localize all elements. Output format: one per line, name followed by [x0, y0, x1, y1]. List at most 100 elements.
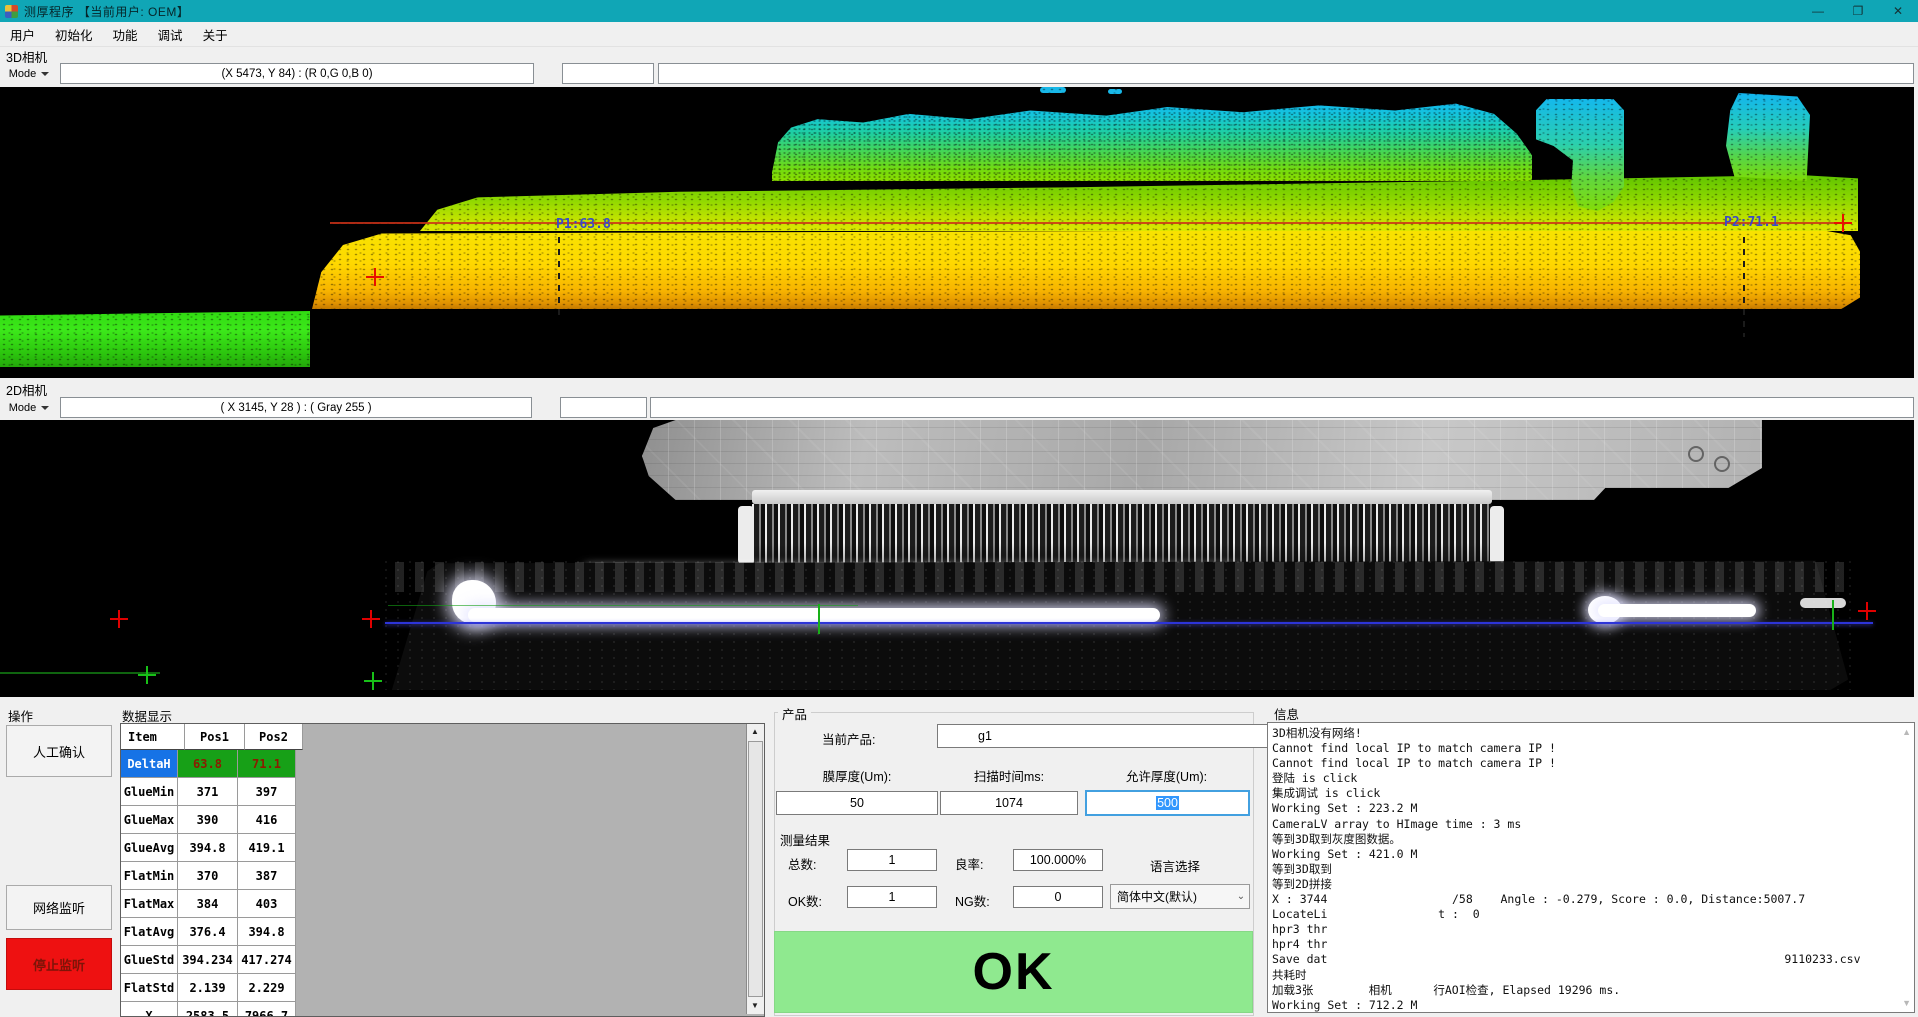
table-row[interactable]: FlatMin 370 387 [121, 862, 303, 890]
info-log-box[interactable]: 3D相机没有网络! Cannot find local IP to match … [1267, 722, 1915, 1013]
menu-user[interactable]: 用户 [0, 25, 45, 44]
cell-item[interactable]: FlatStd [121, 974, 178, 1002]
chevron-down-icon [41, 406, 49, 414]
table-row[interactable]: GlueAvg 394.8 419.1 [121, 834, 303, 862]
current-product-input[interactable]: g1 [937, 724, 1290, 748]
manual-confirm-button[interactable]: 人工确认 [6, 725, 112, 777]
cell-pos2[interactable]: 416 [238, 806, 296, 834]
camera2d-mode-button[interactable]: Mode [2, 397, 56, 418]
camera2d-view[interactable] [0, 420, 1914, 697]
cell-pos2[interactable]: 2.229 [238, 974, 296, 1002]
network-listen-button[interactable]: 网络监听 [6, 885, 112, 930]
table-row[interactable]: X 2583.5 7966.7 [121, 1002, 303, 1017]
cell-pos1[interactable]: 2.139 [178, 974, 238, 1002]
log-line: Save dat 9110233.csv [1272, 952, 1896, 967]
scroll-up-icon[interactable]: ▲ [747, 724, 763, 740]
blue-measure-line [385, 622, 1873, 624]
cell-item[interactable]: FlatAvg [121, 918, 178, 946]
log-line: 登陆 is click [1272, 771, 1896, 786]
ng-count-label: NG数: [955, 891, 990, 910]
operation-panel-label: 操作 [8, 706, 33, 725]
maximize-icon[interactable]: ❐ [1838, 0, 1878, 22]
cell-pos2[interactable]: 7966.7 [238, 1002, 296, 1017]
measure-result-label: 测量结果 [780, 830, 830, 849]
camera3d-mode-button[interactable]: Mode [2, 63, 56, 84]
log-line: 等到3D取到灰度图数据。 [1272, 832, 1896, 847]
cell-item[interactable]: GlueMax [121, 806, 178, 834]
cell-item[interactable]: GlueMin [121, 778, 178, 806]
table-row[interactable]: FlatAvg 376.4 394.8 [121, 918, 303, 946]
cell-pos1[interactable]: 370 [178, 862, 238, 890]
header-pos2: Pos2 [245, 724, 303, 750]
scroll-down-icon[interactable]: ▼ [747, 998, 763, 1014]
cell-pos2[interactable]: 417.274 [238, 946, 296, 974]
language-select-label: 语言选择 [1150, 856, 1200, 875]
cell-pos1[interactable]: 384 [178, 890, 238, 918]
cell-item[interactable]: FlatMax [121, 890, 178, 918]
table-row[interactable]: GlueMin 371 397 [121, 778, 303, 806]
camera2d-pixel-status: ( X 3145, Y 28 ) : ( Gray 255 ) [60, 397, 532, 418]
total-input[interactable]: 1 [847, 849, 937, 871]
cell-pos1[interactable]: 63.8 [178, 750, 238, 778]
menu-about[interactable]: 关于 [193, 25, 238, 44]
data-table: Item Pos1 Pos2 DeltaH 63.8 71.1 GlueMin … [121, 724, 303, 1017]
ok-count-input[interactable]: 1 [847, 886, 937, 908]
cell-item[interactable]: DeltaH [121, 750, 178, 778]
menu-function[interactable]: 功能 [103, 25, 148, 44]
table-row[interactable]: FlatMax 384 403 [121, 890, 303, 918]
close-icon[interactable]: ✕ [1878, 0, 1918, 22]
camera2d-toolbar-box [650, 397, 1914, 418]
cell-pos2[interactable]: 397 [238, 778, 296, 806]
cell-pos2[interactable]: 394.8 [238, 918, 296, 946]
scan-time-input[interactable]: 1074 [940, 791, 1078, 815]
log-line: X : 3744 /58 Angle : -0.279, Score : 0.0… [1272, 892, 1896, 907]
cell-item[interactable]: X [121, 1002, 178, 1017]
cell-pos1[interactable]: 2583.5 [178, 1002, 238, 1017]
heightmap-left-strip [0, 311, 310, 367]
table-row[interactable]: FlatStd 2.139 2.229 [121, 974, 303, 1002]
header-item: Item [121, 724, 185, 750]
p2-measurement-label: P2:71.1 [1724, 215, 1779, 230]
cell-item[interactable]: GlueStd [121, 946, 178, 974]
log-line: LocateLi t : 0 [1272, 907, 1896, 922]
table-scrollbar[interactable]: ▲ ▼ [746, 724, 764, 1014]
ng-count-input[interactable]: 0 [1013, 886, 1103, 908]
cell-pos1[interactable]: 371 [178, 778, 238, 806]
cell-item[interactable]: FlatMin [121, 862, 178, 890]
scroll-down-icon[interactable]: ▼ [1902, 998, 1911, 1008]
log-line: 等到2D拼接 [1272, 877, 1896, 892]
heightmap-top-section [772, 95, 1532, 181]
cell-pos2[interactable]: 387 [238, 862, 296, 890]
cell-item[interactable]: GlueAvg [121, 834, 178, 862]
menu-debug[interactable]: 调试 [148, 25, 193, 44]
scroll-up-icon[interactable]: ▲ [1902, 727, 1911, 737]
language-select[interactable]: 简体中文(默认) ⌄ [1110, 884, 1250, 909]
camera3d-pixel-status: (X 5473, Y 84) : (R 0,G 0,B 0) [60, 63, 534, 84]
cell-pos1[interactable]: 394.234 [178, 946, 238, 974]
table-row[interactable]: GlueStd 394.234 417.274 [121, 946, 303, 974]
stop-listen-button[interactable]: 停止监听 [6, 938, 112, 990]
yield-input[interactable]: 100.000% [1013, 849, 1103, 871]
camera3d-view[interactable]: P1:63.8 P2:71.1 [0, 87, 1914, 378]
cell-pos1[interactable]: 390 [178, 806, 238, 834]
cell-pos2[interactable]: 403 [238, 890, 296, 918]
cell-pos1[interactable]: 376.4 [178, 918, 238, 946]
scan-time-label: 扫描时间ms: [940, 766, 1078, 785]
allow-thickness-input[interactable]: 500 [1085, 790, 1250, 816]
window-title: 测厚程序 【当前用户: OEM】 [24, 3, 189, 20]
film-thickness-input[interactable]: 50 [776, 791, 938, 815]
red-cross-marker [1858, 602, 1876, 620]
header-pos1: Pos1 [185, 724, 245, 750]
scrollbar-thumb[interactable] [748, 741, 763, 997]
cell-pos2[interactable]: 419.1 [238, 834, 296, 862]
minimize-icon[interactable]: — [1798, 0, 1838, 22]
cell-pos2[interactable]: 71.1 [238, 750, 296, 778]
camera2d-toolbar-box [560, 397, 647, 418]
menu-init[interactable]: 初始化 [45, 25, 103, 44]
cell-pos1[interactable]: 394.8 [178, 834, 238, 862]
menu-bar: 用户 初始化 功能 调试 关于 [0, 22, 1918, 47]
ok-count-label: OK数: [788, 891, 822, 910]
table-row[interactable]: GlueMax 390 416 [121, 806, 303, 834]
green-tick-marker [1832, 600, 1834, 630]
table-row[interactable]: DeltaH 63.8 71.1 [121, 750, 303, 778]
